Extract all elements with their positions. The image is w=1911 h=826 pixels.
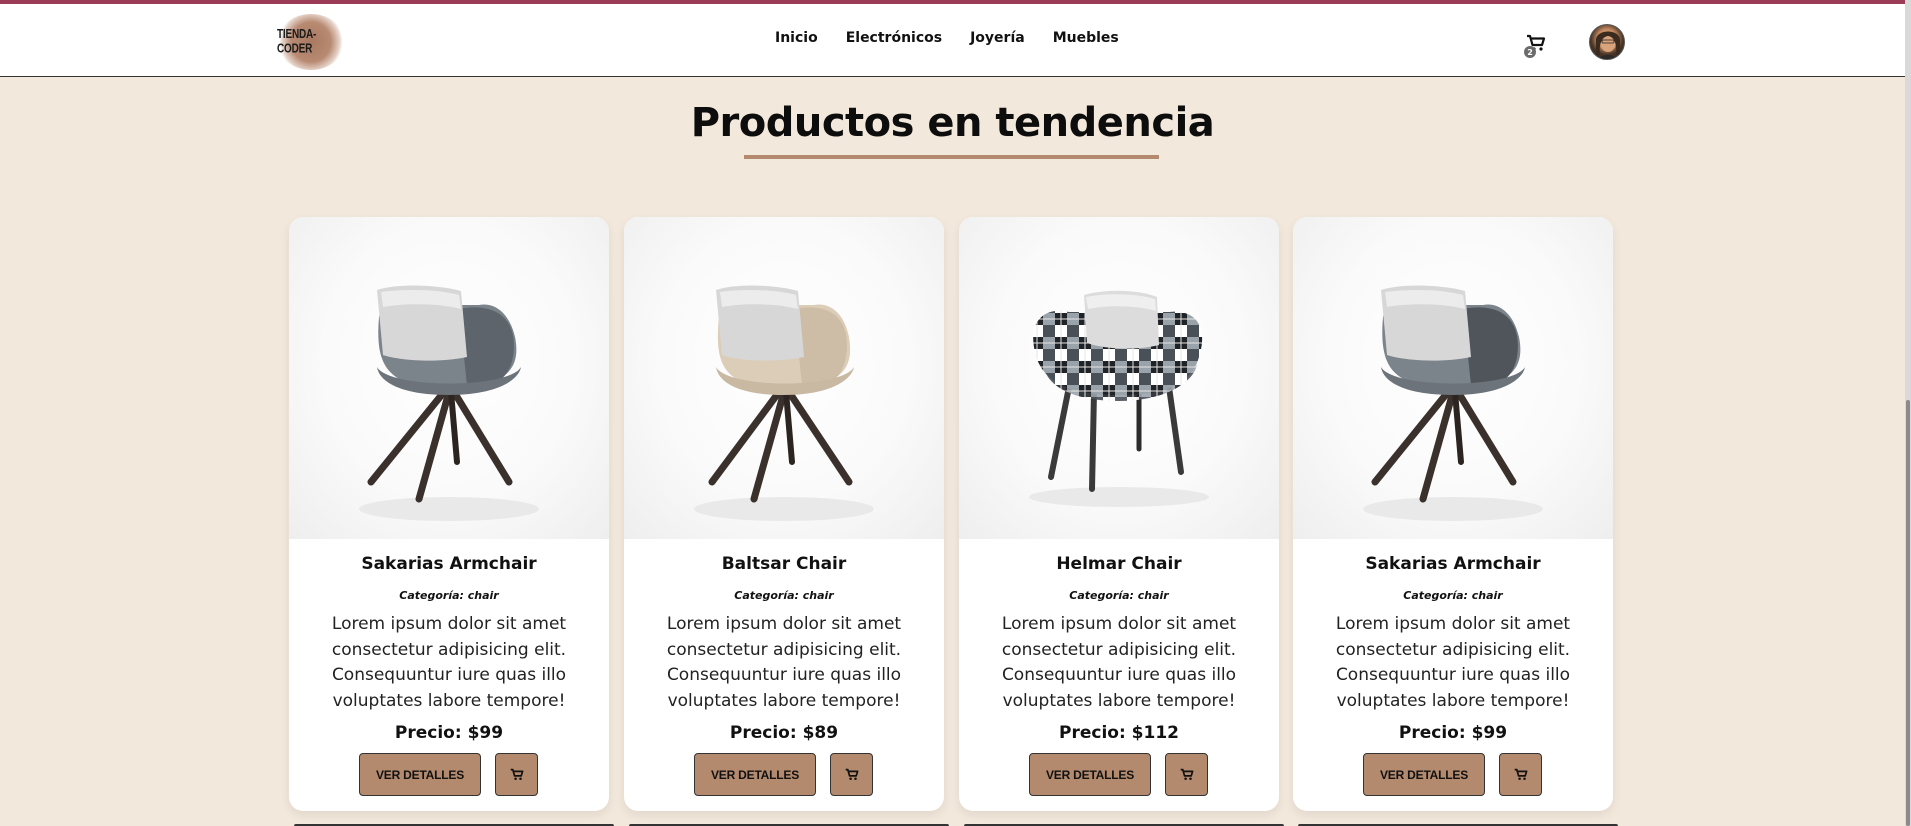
section-title: Productos en tendencia: [690, 100, 1215, 146]
add-to-cart-button[interactable]: [830, 753, 873, 796]
view-details-button[interactable]: VER DETALLES: [1029, 753, 1151, 796]
product-category: Categoría: chair: [1403, 589, 1503, 602]
title-underline: [744, 155, 1159, 159]
product-description: Lorem ipsum dolor sit amet consectetur a…: [1001, 614, 1237, 711]
cart-count-badge: 2: [1524, 46, 1536, 58]
add-to-cart-button[interactable]: [1499, 753, 1542, 796]
product-name: Baltsar Chair: [721, 554, 847, 574]
product-image[interactable]: [959, 217, 1279, 539]
product-category: Categoría: chair: [399, 589, 499, 602]
product-category: Categoría: chair: [1069, 589, 1169, 602]
add-to-cart-button[interactable]: [1165, 753, 1208, 796]
product-price: Precio: $112: [1059, 723, 1179, 743]
product-card: Helmar Chair Categoría: chair Lorem ipsu…: [959, 217, 1279, 811]
nav-link-inicio[interactable]: Inicio: [775, 30, 818, 46]
view-details-button[interactable]: VER DETALLES: [359, 753, 481, 796]
product-card: Baltsar Chair Categoría: chair Lorem ips…: [624, 217, 944, 811]
scrollbar-thumb[interactable]: [1906, 400, 1910, 826]
user-avatar[interactable]: [1589, 24, 1625, 60]
product-image[interactable]: [1293, 217, 1613, 539]
product-price: Precio: $99: [1398, 723, 1508, 743]
cart-icon: [1514, 768, 1527, 780]
product-name: Sakarias Armchair: [361, 554, 537, 574]
navbar: TIENDA-CODER Inicio Electrónicos Joyería…: [0, 4, 1905, 77]
cart-widget[interactable]: 2: [1524, 34, 1548, 58]
view-details-button[interactable]: VER DETALLES: [694, 753, 816, 796]
cart-icon: [845, 768, 858, 780]
nav-link-electronicos[interactable]: Electrónicos: [846, 30, 942, 46]
product-category: Categoría: chair: [734, 589, 834, 602]
nav-link-muebles[interactable]: Muebles: [1053, 30, 1119, 46]
nav-link-joyeria[interactable]: Joyería: [970, 30, 1025, 46]
add-to-cart-button[interactable]: [495, 753, 538, 796]
product-name: Helmar Chair: [1056, 554, 1182, 574]
product-description: Lorem ipsum dolor sit amet consectetur a…: [1335, 614, 1571, 711]
main-nav: Inicio Electrónicos Joyería Muebles: [775, 30, 1147, 46]
cart-icon: [1180, 768, 1193, 780]
logo-text: TIENDA-CODER: [277, 27, 317, 57]
product-card: Sakarias Armchair Categoría: chair Lorem…: [289, 217, 609, 811]
product-description: Lorem ipsum dolor sit amet consectetur a…: [666, 614, 902, 711]
product-price: Precio: $99: [394, 723, 504, 743]
product-name: Sakarias Armchair: [1365, 554, 1541, 574]
product-card: Sakarias Armchair Categoría: chair Lorem…: [1293, 217, 1613, 811]
product-image[interactable]: [289, 217, 609, 539]
view-details-button[interactable]: VER DETALLES: [1363, 753, 1485, 796]
product-price: Precio: $89: [729, 723, 839, 743]
product-description: Lorem ipsum dolor sit amet consectetur a…: [331, 614, 567, 711]
product-image[interactable]: [624, 217, 944, 539]
cart-icon: [510, 768, 523, 780]
store-logo[interactable]: TIENDA-CODER: [277, 14, 345, 70]
